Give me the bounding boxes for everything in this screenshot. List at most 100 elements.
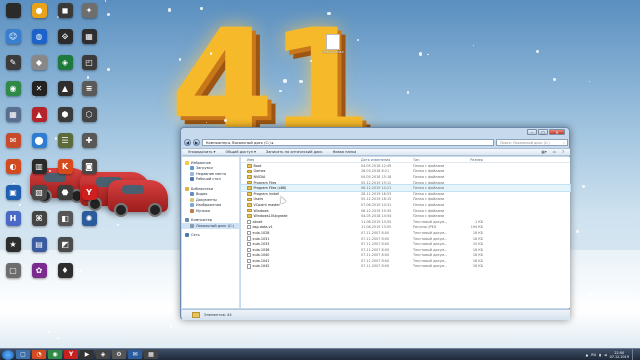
desktop-new-folder[interactable]: Новая папка: [322, 34, 344, 60]
desktop-icon[interactable]: ●: [28, 3, 50, 29]
desktop-icon[interactable]: ▤: [28, 237, 50, 263]
file-row[interactable]: eula.1042 07.11.2007 8:00 Текстовый докум.…: [241, 264, 570, 270]
taskbar-app-icon[interactable]: ◔: [32, 350, 46, 359]
desktop-icon[interactable]: ⌘: [28, 211, 50, 237]
app-icon: ◧: [57, 211, 73, 226]
taskbar-app-icon[interactable]: ✉: [128, 350, 142, 359]
desktop-icon[interactable]: ◐: [2, 159, 24, 185]
taskbar-app-icon[interactable]: ◉: [48, 350, 62, 359]
desktop-icon[interactable]: ◼: [54, 3, 76, 29]
taskbar-app-icon[interactable]: ⚙: [112, 350, 126, 359]
address-bar[interactable]: Компьютер ▸ Локальный диск (C:) ▸: [202, 138, 494, 146]
taskbar-app-icon[interactable]: Y: [64, 350, 78, 359]
file-date: 11.08.2019 13:55: [361, 225, 392, 230]
file-type: Текстовый докум...: [413, 264, 448, 269]
desktop-icon[interactable]: ◍: [28, 29, 50, 55]
taskbar-app-icon[interactable]: ▦: [144, 350, 158, 359]
column-type[interactable]: Тип: [413, 158, 455, 162]
app-icon: ▣: [5, 185, 21, 200]
desktop-icon[interactable]: ✕: [28, 81, 50, 107]
desktop-icon[interactable]: ▲: [54, 81, 76, 107]
desktop-icon[interactable]: ◈: [54, 55, 76, 81]
desktop-icon[interactable]: ✎: [2, 55, 24, 81]
desktop-icon[interactable]: ◉: [2, 81, 24, 107]
maximize-button[interactable]: □: [538, 129, 548, 135]
column-name[interactable]: Имя: [241, 158, 361, 162]
taskbar-app-icon[interactable]: ▢: [16, 350, 30, 359]
desktop-icon[interactable]: ◩: [54, 237, 76, 263]
desktop-icon[interactable]: ▲: [28, 107, 50, 133]
desktop-icon[interactable]: ⬡: [78, 107, 100, 133]
minimize-button[interactable]: –: [527, 129, 537, 135]
app-icon: Y: [81, 185, 97, 200]
desktop-icon[interactable]: ✦: [78, 3, 100, 29]
desktop-icon[interactable]: K: [54, 159, 76, 185]
share-button[interactable]: Общий доступ ▾: [225, 150, 255, 154]
volume-icon[interactable]: ◄: [604, 353, 607, 357]
desktop-icon[interactable]: ◰: [78, 55, 100, 81]
language-indicator[interactable]: RU: [591, 353, 596, 357]
desktop-icon[interactable]: ▦: [2, 107, 24, 133]
file-size: 18 КБ: [472, 230, 483, 235]
new-folder-button[interactable]: Новая папка: [333, 150, 357, 154]
desktop-icon[interactable]: ✚: [78, 133, 100, 159]
taskbar-app-icon[interactable]: ▶: [80, 350, 94, 359]
file-name-cell: Windows: [241, 209, 361, 213]
desktop-icon[interactable]: ★: [2, 237, 24, 263]
column-date[interactable]: Дата изменения: [361, 158, 413, 162]
title-bar[interactable]: – □ ✕: [181, 128, 569, 137]
folder-icon: [247, 203, 252, 207]
preview-pane-icon[interactable]: ▭: [553, 150, 556, 154]
start-button[interactable]: [2, 349, 14, 360]
burn-disc-button[interactable]: Записать на оптический диск: [266, 150, 323, 154]
desktop-icon[interactable]: ◧: [54, 211, 76, 237]
folder-icon: [247, 197, 252, 202]
file-name: Boot: [253, 163, 262, 168]
desktop-icon[interactable]: ≡: [78, 81, 100, 107]
nav-item-label: Локальный диск (C:): [196, 223, 234, 228]
desktop-icon[interactable]: ✺: [78, 211, 100, 237]
network-icon[interactable]: ▮: [599, 353, 601, 357]
nav-item-label: Библиотеки: [191, 186, 214, 191]
organize-button[interactable]: Упорядочить ▾: [188, 150, 215, 154]
tray-arrow-icon[interactable]: ▲: [586, 353, 589, 357]
forward-button[interactable]: ▶: [193, 138, 200, 146]
desktop-icon[interactable]: H: [2, 211, 24, 237]
desktop-icon[interactable]: ⬤: [28, 133, 50, 159]
help-icon[interactable]: ?: [562, 150, 564, 154]
search-input[interactable]: Поиск: Локальный диск (C:) ⌕: [496, 138, 568, 146]
nav-item[interactable]: Локальный диск (C:): [182, 223, 239, 229]
desktop-icon[interactable]: [2, 3, 24, 29]
desktop-icon[interactable]: Y: [78, 185, 100, 211]
taskbar-items: ▢ ◔ ◉ Y ▶ ◈ ⚙ ✉ ▦: [14, 350, 158, 359]
desktop-icon[interactable]: ☺: [2, 29, 24, 55]
desktop-icon[interactable]: ✉: [2, 133, 24, 159]
desktop-icon[interactable]: ▣: [2, 185, 24, 211]
blank-document-icon: [326, 34, 340, 50]
desktop-icon[interactable]: ⟐: [54, 29, 76, 55]
back-button[interactable]: ◀: [184, 138, 191, 146]
new-folder-label: Новая папка: [322, 50, 344, 54]
clock-date: 07.12.2019: [609, 354, 629, 359]
desktop-icon[interactable]: ▧: [28, 185, 50, 211]
desktop-icon[interactable]: ◙: [78, 159, 100, 185]
desktop-icon[interactable]: ▦: [78, 29, 100, 55]
desktop-icon[interactable]: ✿: [28, 263, 50, 289]
desktop-icon[interactable]: ⬢: [54, 107, 76, 133]
desktop-icon[interactable]: ♦: [54, 263, 76, 289]
column-size[interactable]: Размер: [455, 158, 483, 162]
show-desktop-button[interactable]: [632, 349, 636, 360]
nav-item[interactable]: Сеть: [182, 233, 239, 239]
desktop-icon[interactable]: ◆: [28, 55, 50, 81]
snowflake: [205, 121, 207, 123]
close-button[interactable]: ✕: [549, 129, 565, 135]
nav-item-icon: [190, 223, 194, 228]
taskbar-app-icon[interactable]: ◈: [96, 350, 110, 359]
snowflake: [279, 89, 282, 92]
view-options-icon[interactable]: ▦▾: [541, 150, 546, 154]
desktop-icon[interactable]: ☰: [54, 133, 76, 159]
desktop-icon[interactable]: ⬣: [54, 185, 76, 211]
desktop-icon[interactable]: ▥: [28, 159, 50, 185]
desktop-icon[interactable]: ▢: [2, 263, 24, 289]
clock[interactable]: 22:00 07.12.2019: [610, 351, 629, 359]
